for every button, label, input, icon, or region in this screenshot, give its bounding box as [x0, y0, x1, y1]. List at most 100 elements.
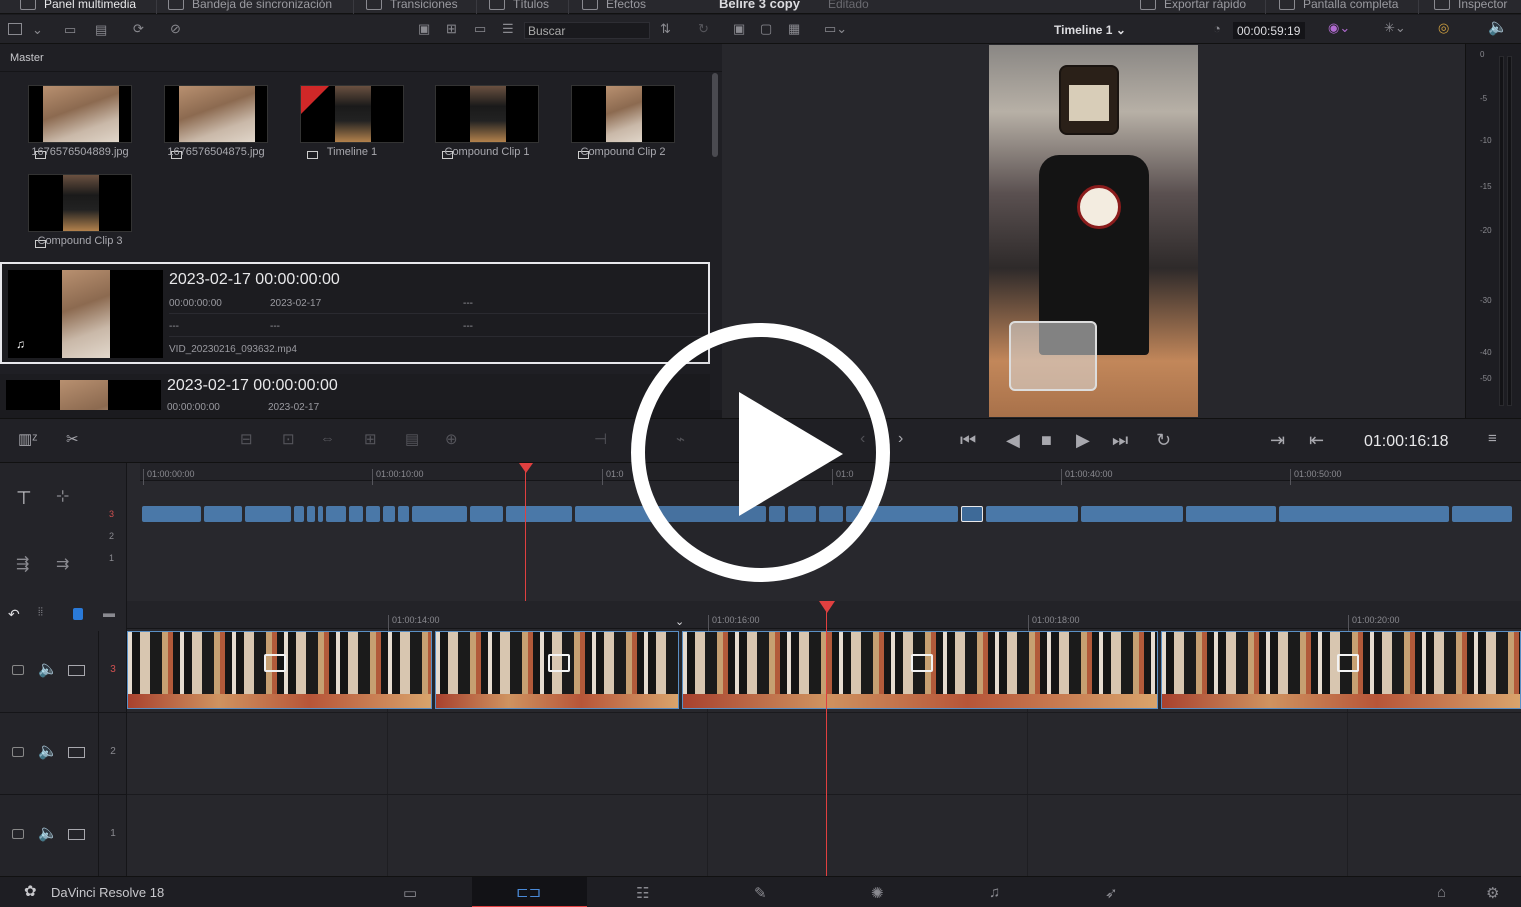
track-number[interactable]: 2: [98, 713, 127, 795]
speaker-icon[interactable]: 🔈: [38, 659, 58, 679]
fullscreen-button[interactable]: Pantalla completa: [1279, 0, 1398, 11]
effects-toggle[interactable]: Efectos: [582, 0, 646, 11]
overwrite-clip-icon[interactable]: ⊡: [282, 430, 295, 448]
list-view-icon[interactable]: ☰: [502, 22, 514, 35]
loop-icon[interactable]: ↻: [1156, 430, 1171, 451]
color-picker-icon[interactable]: ◎: [1438, 21, 1449, 34]
options-menu-icon[interactable]: ≡: [1488, 430, 1497, 447]
overview-clip[interactable]: [470, 506, 503, 522]
video-clip[interactable]: [1161, 631, 1521, 709]
media-pool-toggle[interactable]: Panel multimedia: [20, 0, 136, 11]
media-list-row-selected[interactable]: ♫ 2023-02-17 00:00:00:00 00:00:00:00 202…: [0, 262, 710, 364]
new-bin-icon[interactable]: ▤: [95, 23, 107, 36]
overview-clip[interactable]: [398, 506, 409, 522]
media-clip[interactable]: Timeline 1: [300, 85, 404, 165]
filmstrip-view-icon[interactable]: ▭: [474, 22, 486, 35]
fit-to-fill-icon[interactable]: ⊞: [364, 430, 377, 448]
relink-icon[interactable]: ⟳: [133, 22, 144, 35]
overview-clip[interactable]: [366, 506, 380, 522]
refresh-icon[interactable]: ↻: [698, 22, 709, 35]
cut-page-tab[interactable]: ⊏⊐: [472, 877, 587, 907]
viewer-crop-icon[interactable]: ▢: [760, 22, 772, 35]
flag-icon[interactable]: ▬: [103, 607, 115, 619]
settings-gear-icon[interactable]: ⚙: [1486, 884, 1499, 902]
go-to-start-icon[interactable]: ⏮: [960, 430, 976, 451]
media-clip[interactable]: Compound Clip 1: [435, 85, 539, 165]
deliver-page-icon[interactable]: ➶: [1105, 884, 1118, 902]
video-clip[interactable]: [435, 631, 679, 709]
overview-playhead[interactable]: [525, 463, 526, 601]
chevron-down-icon[interactable]: ⌄: [675, 617, 684, 628]
lock-icon[interactable]: [12, 665, 24, 675]
overview-clip[interactable]: [307, 506, 315, 522]
color-page-icon[interactable]: ✺: [871, 884, 884, 902]
overview-clip[interactable]: [349, 506, 363, 522]
track-number[interactable]: 3: [98, 631, 127, 713]
home-icon[interactable]: ⌂: [1437, 884, 1446, 901]
media-list-row[interactable]: 2023-02-17 00:00:00:00 00:00:00:00 2023-…: [0, 374, 710, 410]
mark-in-icon[interactable]: ⇥: [1270, 430, 1285, 451]
video-clip[interactable]: [682, 631, 1158, 709]
chevron-down-icon[interactable]: ⌄: [32, 23, 43, 36]
overview-clip[interactable]: [1081, 506, 1183, 522]
media-page-icon[interactable]: ▭: [403, 884, 417, 902]
inspector-toggle[interactable]: Inspector: [1434, 0, 1507, 11]
playhead-handle[interactable]: [819, 601, 835, 613]
quick-export-button[interactable]: Exportar rápido: [1140, 0, 1246, 11]
go-to-end-icon[interactable]: ⏭: [1112, 430, 1128, 451]
overview-clip[interactable]: [506, 506, 572, 522]
track-number[interactable]: 1: [98, 795, 127, 877]
next-clip-icon[interactable]: ›: [898, 430, 903, 448]
titles-toggle[interactable]: Títulos: [489, 0, 549, 11]
overview-playhead-handle[interactable]: [519, 463, 533, 473]
blade-scissors-icon[interactable]: ✂: [66, 430, 79, 448]
media-clip[interactable]: Compound Clip 3: [28, 174, 132, 254]
media-clip[interactable]: 1676576504875.jpg: [164, 85, 268, 165]
overview-clip[interactable]: [142, 506, 201, 522]
lock-icon[interactable]: [12, 747, 24, 757]
fusion-page-icon[interactable]: ✎: [754, 884, 767, 902]
place-on-top-icon[interactable]: ▤: [405, 430, 419, 448]
marker-icon[interactable]: [73, 608, 83, 620]
viewer-layout-icon[interactable]: ▦: [788, 22, 800, 35]
audio-waveform-icon[interactable]: ▥ᶻ: [18, 430, 38, 448]
search-input[interactable]: Buscar: [524, 22, 650, 39]
video-play-overlay[interactable]: [631, 323, 890, 582]
overview-clip[interactable]: [294, 506, 304, 522]
monitor-icon[interactable]: [68, 829, 85, 840]
monitor-icon[interactable]: [68, 747, 85, 758]
fairlight-page-icon[interactable]: ♫: [989, 884, 1000, 901]
ripple-overwrite-icon[interactable]: ⊣: [594, 430, 607, 448]
mark-out-icon[interactable]: ⇤: [1309, 430, 1324, 451]
overview-clip[interactable]: [383, 506, 395, 522]
overview-clip[interactable]: [326, 506, 346, 522]
unlink-icon[interactable]: ⊘: [170, 22, 181, 35]
overview-clip[interactable]: [1452, 506, 1512, 522]
thumbnail-view-icon[interactable]: ⊞: [446, 22, 457, 35]
speaker-icon[interactable]: 🔈: [38, 741, 58, 761]
metadata-view-icon[interactable]: ▣: [418, 22, 430, 35]
smart-reframe-icon[interactable]: ◉⌄: [1328, 21, 1350, 34]
overview-clip[interactable]: [412, 506, 467, 522]
insert-clip-icon[interactable]: ⊟: [240, 430, 253, 448]
speaker-icon[interactable]: 🔈: [1488, 20, 1508, 36]
viewer-image-icon[interactable]: ▣: [733, 22, 745, 35]
snapping-icon[interactable]: ↶: [8, 607, 20, 621]
overview-clip[interactable]: [204, 506, 242, 522]
overview-clip[interactable]: [318, 506, 323, 522]
overview-clip[interactable]: [986, 506, 1078, 522]
transitions-toggle[interactable]: Transiciones: [366, 0, 458, 11]
monitor-icon[interactable]: [68, 665, 85, 676]
speaker-icon[interactable]: 🔈: [38, 823, 58, 843]
sync-bin-toggle[interactable]: Bandeja de sincronización: [168, 0, 332, 11]
media-pool-scrollbar[interactable]: [712, 73, 718, 157]
reverse-play-icon[interactable]: ◀: [1006, 430, 1020, 451]
lock-icon[interactable]: [12, 829, 24, 839]
transform-tools-icon[interactable]: ✳⌄: [1384, 21, 1406, 34]
import-media-icon[interactable]: ▭: [64, 23, 76, 36]
replace-clip-icon[interactable]: ⇔: [320, 430, 335, 447]
playhead[interactable]: [826, 601, 827, 876]
media-clip[interactable]: 1676576504889.jpg: [28, 85, 132, 165]
zoom-dropdown-icon[interactable]: ▭⌄: [824, 22, 847, 35]
video-clip[interactable]: [127, 631, 432, 709]
